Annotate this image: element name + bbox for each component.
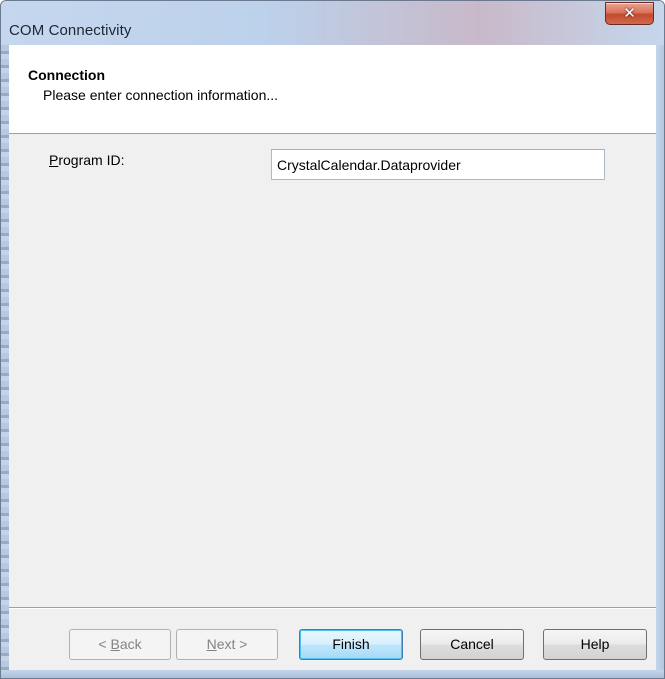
cancel-button[interactable]: Cancel <box>420 629 524 660</box>
back-button-label: ack <box>119 636 142 652</box>
header-subtitle: Please enter connection information... <box>43 87 279 103</box>
back-button-mnemonic: B <box>110 636 120 652</box>
footer-divider <box>9 607 656 609</box>
program-id-input[interactable] <box>271 149 605 180</box>
back-button-prefix: < <box>98 636 111 652</box>
help-button[interactable]: Help <box>543 629 647 660</box>
wizard-header: Connection Please enter connection infor… <box>9 45 656 134</box>
header-title: Connection <box>28 67 105 83</box>
dialog-window: COM Connectivity ✕ Connection Please ent… <box>0 0 665 679</box>
next-button-label: ext > <box>216 636 248 652</box>
next-button-mnemonic: N <box>206 636 217 652</box>
window-frame-right <box>656 45 664 678</box>
window-frame-left <box>1 45 9 678</box>
close-icon: ✕ <box>623 4 636 22</box>
back-button[interactable]: < Back <box>69 629 171 660</box>
program-id-label: Program ID: <box>49 152 124 168</box>
title-bar[interactable]: COM Connectivity ✕ <box>1 1 664 45</box>
finish-button[interactable]: Finish <box>299 629 403 660</box>
next-button[interactable]: Next > <box>176 629 278 660</box>
dialog-client-area: Connection Please enter connection infor… <box>9 45 656 670</box>
window-title: COM Connectivity <box>9 22 132 39</box>
program-id-label-mnemonic: P <box>49 152 59 168</box>
program-id-label-text: rogram ID: <box>58 152 125 168</box>
window-frame-bottom <box>1 670 664 678</box>
close-button[interactable]: ✕ <box>605 2 654 25</box>
